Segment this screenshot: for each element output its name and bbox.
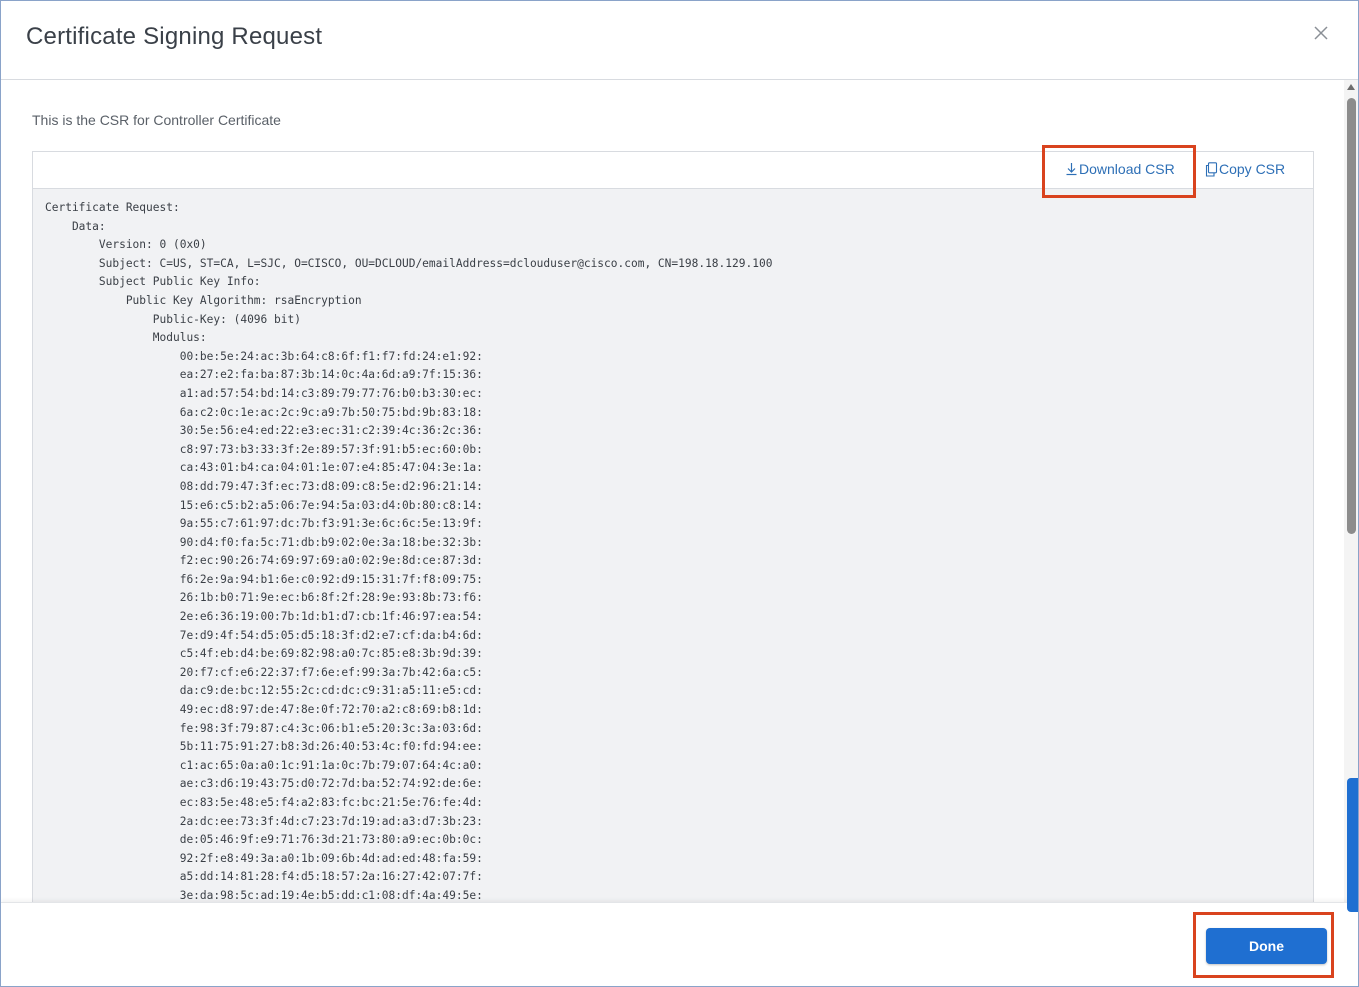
csr-description: This is the CSR for Controller Certifica… [32,112,281,128]
side-panel-tab[interactable] [1347,778,1358,912]
copy-icon [1205,161,1218,177]
scroll-up-arrow-icon[interactable] [1347,84,1355,90]
download-icon [1066,163,1077,176]
dialog-body[interactable]: This is the CSR for Controller Certifica… [1,80,1343,902]
download-csr-button[interactable]: Download CSR [1065,161,1175,177]
csr-dialog: Certificate Signing Request This is the … [0,0,1359,987]
scrollbar-thumb[interactable] [1347,98,1356,534]
copy-csr-button[interactable]: Copy CSR [1205,161,1285,177]
dialog-header: Certificate Signing Request [1,1,1358,80]
copy-csr-label: Copy CSR [1219,161,1286,177]
done-button[interactable]: Done [1206,928,1327,964]
download-csr-label: Download CSR [1079,161,1175,177]
csr-text[interactable]: Certificate Request: Data: Version: 0 (0… [45,199,772,902]
csr-panel: Download CSR Copy CSR Certificate Reques… [32,151,1314,902]
dialog-title: Certificate Signing Request [26,23,323,50]
csr-toolbar: Download CSR Copy CSR [33,152,1313,189]
close-icon [1314,26,1328,40]
close-button[interactable] [1309,21,1333,45]
dialog-footer: Done [1,902,1358,986]
